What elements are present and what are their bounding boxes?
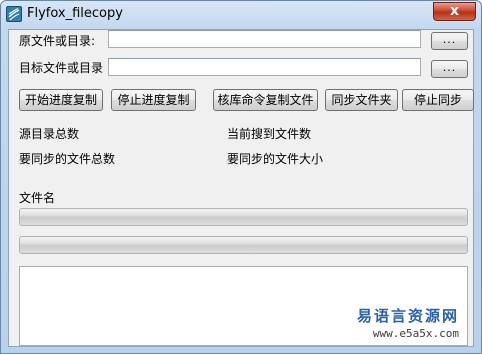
file-progress-bar bbox=[19, 208, 468, 226]
target-browse-button[interactable]: ... bbox=[431, 60, 468, 78]
total-progress-bar bbox=[19, 236, 468, 254]
source-path-field[interactable] bbox=[108, 30, 421, 48]
source-path-input[interactable] bbox=[109, 31, 420, 47]
target-label: 目标文件或目录 bbox=[19, 61, 104, 75]
stop-copy-button[interactable]: 停止进度复制 bbox=[111, 89, 196, 111]
close-button[interactable]: x bbox=[433, 2, 476, 21]
sync-size-label: 要同步的文件大小 bbox=[227, 152, 324, 166]
client-area: 原文件或目录: ... 目标文件或目录 ... 开始进度复制 停止进度复制 核库… bbox=[8, 29, 474, 347]
target-path-input[interactable] bbox=[109, 59, 420, 75]
app-logo-icon bbox=[6, 6, 22, 22]
start-copy-button[interactable]: 开始进度复制 bbox=[19, 89, 103, 111]
watermark-name: 易语言资源网 bbox=[356, 307, 459, 325]
sync-folder-button[interactable]: 同步文件夹 bbox=[325, 89, 398, 111]
source-total-label: 源目录总数 bbox=[19, 127, 80, 141]
app-window: Flyfox_filecopy x 原文件或目录: ... 目标文件或目录 ..… bbox=[0, 0, 482, 354]
stop-sync-button[interactable]: 停止同步 bbox=[402, 89, 474, 111]
title-bar[interactable]: Flyfox_filecopy x bbox=[1, 1, 481, 29]
target-path-field[interactable] bbox=[108, 58, 421, 76]
check-copy-button[interactable]: 核库命令复制文件 bbox=[213, 89, 318, 111]
file-name-label: 文件名 bbox=[19, 191, 56, 205]
site-watermark: 易语言资源网 www.e5a5x.com bbox=[357, 305, 459, 340]
close-icon: x bbox=[449, 3, 460, 19]
sync-total-label: 要同步的文件总数 bbox=[19, 152, 116, 166]
window-title: Flyfox_filecopy bbox=[27, 6, 123, 21]
source-browse-button[interactable]: ... bbox=[431, 32, 468, 50]
source-label: 原文件或目录: bbox=[19, 34, 96, 48]
current-found-label: 当前搜到文件数 bbox=[227, 127, 312, 141]
watermark-url: www.e5a5x.com bbox=[372, 327, 459, 340]
